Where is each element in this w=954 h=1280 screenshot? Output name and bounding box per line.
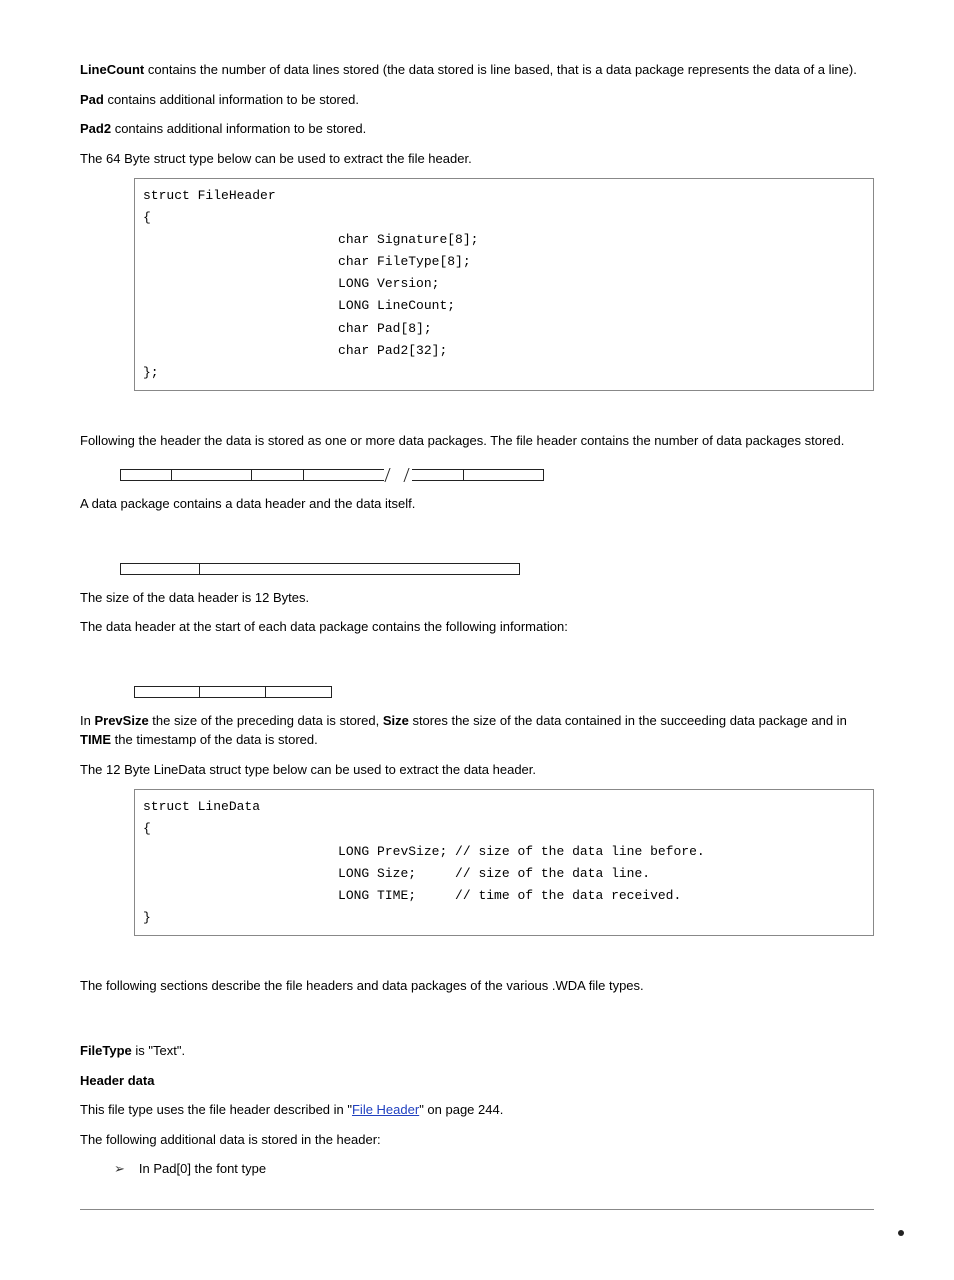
diagram-cell	[200, 686, 266, 698]
diagram-cell	[464, 469, 544, 481]
text: is "Text".	[132, 1043, 185, 1058]
footer-dot-icon	[898, 1230, 904, 1236]
break-icon	[384, 468, 398, 482]
term-linecount: LineCount	[80, 62, 144, 77]
list-item-text: In Pad[0] the font type	[139, 1159, 266, 1179]
diagram-cell	[412, 469, 464, 481]
paragraph-following-header: Following the header the data is stored …	[80, 431, 874, 451]
term-time: TIME	[80, 732, 111, 747]
text: the timestamp of the data is stored.	[111, 732, 318, 747]
link-file-header[interactable]: File Header	[352, 1102, 419, 1117]
diagram-data-header-fields	[134, 685, 874, 699]
paragraph-12byte: The 12 Byte LineData struct type below c…	[80, 760, 874, 780]
diagram-cell	[252, 469, 304, 481]
code-linedata-struct: struct LineData { LONG PrevSize; // size…	[134, 789, 874, 936]
diagram-cell	[134, 686, 200, 698]
paragraph-this-file-type: This file type uses the file header desc…	[80, 1100, 874, 1120]
diagram-package-structure	[120, 562, 874, 576]
diagram-cell	[120, 563, 200, 575]
paragraph-64byte: The 64 Byte struct type below can be use…	[80, 149, 874, 169]
text: the size of the preceding data is stored…	[149, 713, 383, 728]
text: contains the number of data lines stored…	[144, 62, 857, 77]
term-filetype: FileType	[80, 1043, 132, 1058]
term-prevsize: PrevSize	[94, 713, 148, 728]
paragraph-following-sections: The following sections describe the file…	[80, 976, 874, 996]
diagram-cell	[266, 686, 332, 698]
diagram-cell	[200, 563, 520, 575]
paragraph-prevsize: In PrevSize the size of the preceding da…	[80, 711, 874, 750]
diagram-cell	[172, 469, 252, 481]
bullet-arrow-icon: ➢	[114, 1159, 125, 1179]
diagram-cell	[120, 469, 172, 481]
diagram-cell	[304, 469, 384, 481]
paragraph-pad: Pad contains additional information to b…	[80, 90, 874, 110]
text: stores the size of the data contained in…	[409, 713, 847, 728]
break-icon	[398, 468, 412, 482]
term-size: Size	[383, 713, 409, 728]
term-pad2: Pad2	[80, 121, 111, 136]
diagram-packages-sequence	[120, 468, 874, 482]
code-fileheader-struct: struct FileHeader { char Signature[8]; c…	[134, 178, 874, 391]
text: contains additional information to be st…	[111, 121, 366, 136]
paragraph-additional-data: The following additional data is stored …	[80, 1130, 874, 1150]
text: This file type uses the file header desc…	[80, 1102, 352, 1117]
text: In	[80, 713, 94, 728]
term-pad: Pad	[80, 92, 104, 107]
text: contains additional information to be st…	[104, 92, 359, 107]
paragraph-data-header-contains: The data header at the start of each dat…	[80, 617, 874, 637]
paragraph-filetype: FileType is "Text".	[80, 1041, 874, 1061]
paragraph-linecount: LineCount contains the number of data li…	[80, 60, 874, 80]
footer-separator	[80, 1209, 874, 1240]
paragraph-pad2: Pad2 contains additional information to …	[80, 119, 874, 139]
paragraph-size-12: The size of the data header is 12 Bytes.	[80, 588, 874, 608]
list-item: ➢ In Pad[0] the font type	[114, 1159, 874, 1179]
paragraph-data-package: A data package contains a data header an…	[80, 494, 874, 514]
text: " on page 244.	[419, 1102, 503, 1117]
heading-header-data: Header data	[80, 1071, 874, 1091]
